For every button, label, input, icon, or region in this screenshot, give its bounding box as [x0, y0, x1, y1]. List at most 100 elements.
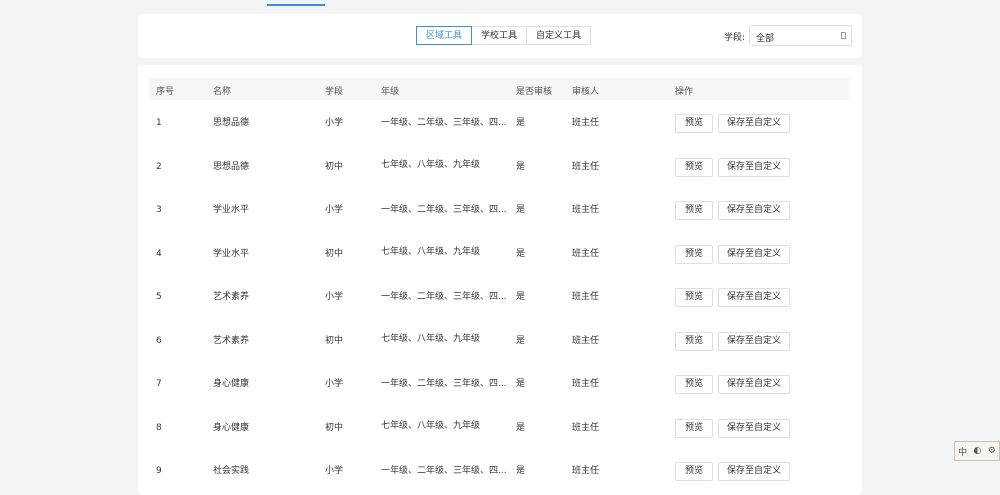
select-arrow-icon	[841, 32, 846, 39]
cell-name: 艺术素养	[213, 335, 250, 346]
cell-index: 5	[156, 292, 162, 302]
column-header-reviewer: 审核人	[572, 87, 600, 97]
cell-reviewer: 班主任	[572, 205, 600, 215]
save-to-custom-button[interactable]: 保存至自定义	[718, 462, 790, 481]
tab-school-tools[interactable]: 学校工具	[471, 26, 528, 45]
cell-reviewer: 班主任	[572, 335, 600, 346]
preview-button[interactable]: 预览	[675, 244, 713, 264]
cell-grades: 一年级、二年级、三年级、四...	[381, 292, 507, 302]
ime-settings-icon[interactable]: ⚙	[988, 446, 996, 456]
cell-name: 思想品德	[213, 118, 250, 128]
table-row: 8 身心健康 初中 七年级、八年级、九年级 是 班主任 预览 保存至自定义	[149, 407, 849, 450]
tab-region-tools[interactable]: 区域工具	[416, 26, 473, 45]
table-row: 2 思想品德 初中 七年级、八年级、九年级 是 班主任 预览 保存至自定义	[149, 146, 849, 189]
preview-button[interactable]: 预览	[675, 114, 713, 133]
cell-stage: 初中	[325, 335, 344, 346]
column-header-stage: 学段	[325, 87, 344, 97]
table-row: 6 艺术素养 初中 七年级、八年级、九年级 是 班主任 预览 保存至自定义	[149, 320, 849, 363]
cell-reviewer: 班主任	[572, 466, 600, 476]
cell-index: 6	[156, 335, 162, 346]
cell-grades: 一年级、二年级、三年级、四...	[381, 379, 507, 389]
save-to-custom-button[interactable]: 保存至自定义	[718, 375, 790, 394]
column-header-actions: 操作	[675, 87, 694, 97]
cell-reviewed: 是	[516, 422, 526, 433]
cell-reviewed: 是	[516, 379, 526, 389]
cell-stage: 小学	[325, 466, 344, 476]
cell-stage: 小学	[325, 205, 344, 215]
cell-stage: 初中	[325, 422, 344, 433]
cell-index: 1	[156, 118, 162, 128]
cell-stage: 小学	[325, 379, 344, 389]
cell-grades: 一年级、二年级、三年级、四...	[381, 466, 507, 476]
cell-grades: 七年级、八年级、九年级	[381, 246, 481, 257]
preview-button[interactable]: 预览	[675, 418, 713, 438]
filter-toolbar: 区域工具 学校工具 自定义工具 学段: 全部	[138, 14, 862, 58]
cell-index: 9	[156, 466, 162, 476]
tab-custom-tools[interactable]: 自定义工具	[526, 26, 592, 45]
table-row: 9 社会实践 小学 一年级、二年级、三年级、四... 是 班主任 预览 保存至自定义	[149, 450, 849, 493]
preview-button[interactable]: 预览	[675, 375, 713, 394]
cell-reviewed: 是	[516, 161, 526, 172]
cell-grades: 七年级、八年级、九年级	[381, 159, 481, 170]
save-to-custom-button[interactable]: 保存至自定义	[718, 157, 790, 177]
table-row: 3 学业水平 小学 一年级、二年级、三年级、四... 是 班主任 预览 保存至自定义	[149, 189, 849, 232]
cell-grades: 七年级、八年级、九年级	[381, 420, 481, 431]
preview-button[interactable]: 预览	[675, 331, 713, 351]
cell-reviewer: 班主任	[572, 248, 600, 259]
column-header-reviewed: 是否审核	[516, 87, 553, 97]
cell-grades: 一年级、二年级、三年级、四...	[381, 205, 507, 215]
cell-reviewed: 是	[516, 248, 526, 259]
ime-moon-icon[interactable]: ◐	[974, 446, 982, 456]
ime-chinese-icon[interactable]: 中	[958, 445, 967, 458]
cell-reviewer: 班主任	[572, 118, 600, 128]
cell-reviewed: 是	[516, 118, 526, 128]
cell-name: 身心健康	[213, 379, 250, 389]
cell-reviewer: 班主任	[572, 161, 600, 172]
cell-index: 7	[156, 379, 162, 389]
preview-button[interactable]: 预览	[675, 201, 713, 220]
stage-filter-select[interactable]: 全部	[749, 25, 852, 46]
table-header: 序号 名称 学段 年级 是否审核 审核人 操作	[149, 78, 849, 100]
column-header-index: 序号	[156, 87, 175, 97]
save-to-custom-button[interactable]: 保存至自定义	[718, 201, 790, 220]
column-header-name: 名称	[213, 87, 232, 97]
cell-reviewed: 是	[516, 466, 526, 476]
cell-stage: 初中	[325, 248, 344, 259]
cell-name: 学业水平	[213, 205, 250, 215]
cell-index: 8	[156, 422, 162, 433]
cell-reviewed: 是	[516, 292, 526, 302]
tool-type-tabs: 区域工具 学校工具 自定义工具	[416, 26, 592, 45]
cell-index: 4	[156, 248, 162, 259]
tools-table: 序号 名称 学段 年级 是否审核 审核人 操作 1 思想品德 小学 一年级、二年级、三…	[138, 65, 862, 495]
cell-stage: 初中	[325, 161, 344, 172]
cell-name: 学业水平	[213, 248, 250, 259]
cell-name: 身心健康	[213, 422, 250, 433]
stage-filter-value: 全部	[756, 34, 775, 44]
stage-filter-label: 学段:	[724, 33, 746, 43]
preview-button[interactable]: 预览	[675, 462, 713, 481]
table-row: 5 艺术素养 小学 一年级、二年级、三年级、四... 是 班主任 预览 保存至自定义	[149, 276, 849, 319]
cell-reviewer: 班主任	[572, 422, 600, 433]
cell-name: 艺术素养	[213, 292, 250, 302]
ime-toolbar[interactable]: 中 ◐ ⚙	[954, 441, 1000, 461]
save-to-custom-button[interactable]: 保存至自定义	[718, 418, 790, 438]
cell-reviewer: 班主任	[572, 292, 600, 302]
table-row: 1 思想品德 小学 一年级、二年级、三年级、四... 是 班主任 预览 保存至自定义	[149, 102, 849, 145]
cell-reviewer: 班主任	[572, 379, 600, 389]
cell-index: 2	[156, 161, 162, 172]
column-header-grades: 年级	[381, 87, 400, 97]
save-to-custom-button[interactable]: 保存至自定义	[718, 244, 790, 264]
active-nav-indicator	[267, 4, 325, 6]
table-row: 4 学业水平 初中 七年级、八年级、九年级 是 班主任 预览 保存至自定义	[149, 233, 849, 276]
save-to-custom-button[interactable]: 保存至自定义	[718, 331, 790, 351]
cell-grades: 一年级、二年级、三年级、四...	[381, 118, 507, 128]
cell-name: 思想品德	[213, 161, 250, 172]
cell-stage: 小学	[325, 118, 344, 128]
save-to-custom-button[interactable]: 保存至自定义	[718, 114, 790, 133]
cell-grades: 七年级、八年级、九年级	[381, 333, 481, 344]
save-to-custom-button[interactable]: 保存至自定义	[718, 288, 790, 307]
preview-button[interactable]: 预览	[675, 288, 713, 307]
table-row: 7 身心健康 小学 一年级、二年级、三年级、四... 是 班主任 预览 保存至自定义	[149, 363, 849, 406]
cell-index: 3	[156, 205, 162, 215]
preview-button[interactable]: 预览	[675, 157, 713, 177]
